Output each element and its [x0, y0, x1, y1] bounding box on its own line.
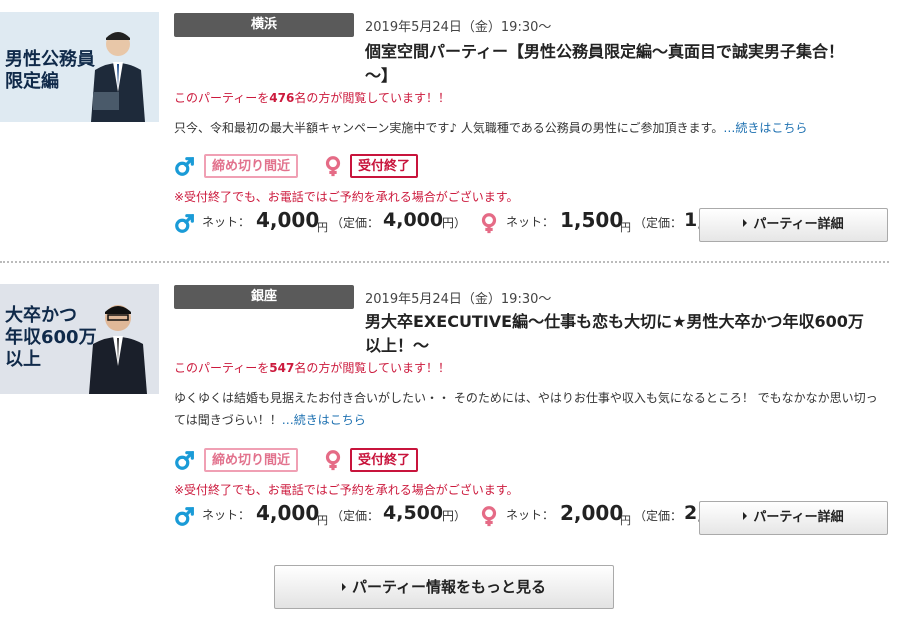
event-date: 2019年5月24日（金）19:30～ [365, 292, 552, 307]
description-text: ゆくゆくは結婚も見据えたお付き合いがしたい・・ そのためには、やはりお仕事や収入… [174, 391, 878, 427]
triangle-right-icon [341, 583, 346, 591]
male-list-prefix: （定価： [331, 216, 380, 230]
reservation-note: ※受付終了でも、お電話ではご予約を承れる場合がございます。 [174, 483, 519, 497]
gender-status-row: 締め切り間近 受付終了 [174, 154, 434, 182]
male-symbol-icon [175, 507, 194, 526]
gender-status-row: 締め切り間近 受付終了 [174, 448, 434, 476]
male-net-label: ネット： [202, 508, 251, 522]
male-net-price: 4,000 [256, 501, 320, 525]
event-date: 2019年5月24日（金）19:30～ [365, 20, 552, 35]
yen-unit: 円 [317, 221, 328, 234]
thumbnail-caption-line: 限定編 [5, 71, 59, 92]
female-list-prefix: （定価： [634, 509, 683, 523]
female-symbol-icon [481, 213, 497, 234]
yen-unit: 円 [620, 221, 631, 234]
thumbnail-caption-line: 以上 [5, 349, 41, 370]
male-list-suffix: 円） [442, 509, 467, 523]
view-count-text: このパーティーを476名の方が閲覧しています！！ [174, 89, 450, 106]
price-row: ネット： 4,000 円 （定価： 4,000 円） ネット： 1,500 円 … [174, 207, 704, 239]
female-net-label: ネット： [506, 215, 555, 229]
female-net-price: 2,000 [560, 501, 624, 525]
view-count-prefix: このパーティーを [174, 361, 270, 375]
party-detail-button[interactable]: パーティー詳細 [699, 208, 888, 242]
view-count-number: 476 [269, 91, 295, 105]
party-detail-label: パーティー詳細 [753, 217, 844, 232]
female-symbol-icon [481, 506, 497, 527]
event-thumbnail[interactable]: 大卒かつ 年収600万 以上 [0, 284, 159, 394]
price-row: ネット： 4,000 円 （定価： 4,500 円） ネット： 2,000 円 … [174, 500, 704, 532]
triangle-right-icon [743, 219, 748, 227]
view-count-suffix: 名の方が閲覧しています！！ [294, 361, 450, 375]
female-status-badge: 受付終了 [350, 448, 419, 472]
event-divider [0, 261, 889, 263]
female-symbol-icon [325, 450, 341, 471]
female-net-price: 1,500 [560, 208, 624, 232]
location-badge: 銀座 [174, 285, 354, 309]
event-thumbnail[interactable]: 男性公務員 限定編 [0, 12, 159, 122]
event-description: 只今、令和最初の最大半額キャンペーン実施中です♪ 人気職種である公務員の男性にご… [174, 117, 889, 139]
male-symbol-icon [175, 451, 194, 470]
male-status-badge: 締め切り間近 [204, 448, 299, 472]
female-symbol-icon [325, 156, 341, 177]
view-count-number: 547 [269, 361, 295, 375]
male-list-suffix: 円） [442, 216, 467, 230]
party-detail-label: パーティー詳細 [753, 510, 844, 525]
male-list-price: 4,000 [383, 209, 444, 231]
yen-unit: 円 [620, 514, 631, 527]
male-status-badge: 締め切り間近 [204, 154, 299, 178]
thumbnail-caption-line: 男性公務員 [5, 49, 95, 70]
triangle-right-icon [743, 512, 748, 520]
male-symbol-icon [175, 157, 194, 176]
female-status-badge: 受付終了 [350, 154, 419, 178]
description-text: 只今、令和最初の最大半額キャンペーン実施中です♪ 人気職種である公務員の男性にご… [174, 121, 724, 135]
view-count-text: このパーティーを547名の方が閲覧しています！！ [174, 359, 450, 376]
male-symbol-icon [175, 214, 194, 233]
location-badge: 横浜 [174, 13, 354, 37]
party-detail-button[interactable]: パーティー詳細 [699, 501, 888, 535]
male-net-label: ネット： [202, 215, 251, 229]
female-list-prefix: （定価： [634, 216, 683, 230]
male-list-prefix: （定価： [331, 509, 380, 523]
event-description: ゆくゆくは結婚も見据えたお付き合いがしたい・・ そのためには、やはりお仕事や収入… [174, 387, 889, 431]
reservation-note: ※受付終了でも、お電話ではご予約を承れる場合がございます。 [174, 190, 519, 204]
male-list-price: 4,500 [383, 502, 444, 524]
businessman-image [89, 305, 147, 394]
event-title[interactable]: 男大卒EXECUTIVE編～仕事も恋も大切に★男性大卒かつ年収600万以上！～ [365, 310, 865, 358]
view-count-prefix: このパーティーを [174, 91, 270, 105]
read-more-link[interactable]: …続きはこちら [282, 413, 366, 427]
read-more-link[interactable]: …続きはこちら [723, 121, 807, 135]
yen-unit: 円 [317, 514, 328, 527]
thumbnail-caption-line: 大卒かつ [5, 305, 77, 326]
businessman-image [91, 32, 145, 122]
female-net-label: ネット： [506, 508, 555, 522]
more-parties-button[interactable]: パーティー情報をもっと見る [274, 565, 614, 609]
male-net-price: 4,000 [256, 208, 320, 232]
event-title[interactable]: 個室空間パーティー【男性公務員限定編～真面目で誠実男子集合！～】 [365, 40, 865, 88]
more-parties-label: パーティー情報をもっと見る [351, 578, 547, 596]
view-count-suffix: 名の方が閲覧しています！！ [294, 91, 450, 105]
